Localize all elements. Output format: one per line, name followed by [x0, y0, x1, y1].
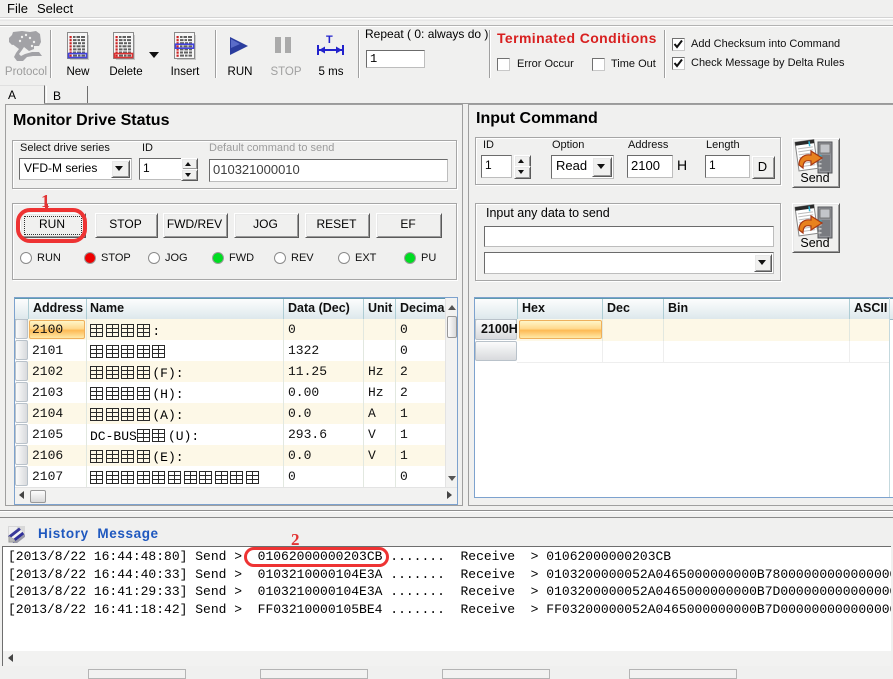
svg-text:T: T: [326, 34, 333, 46]
